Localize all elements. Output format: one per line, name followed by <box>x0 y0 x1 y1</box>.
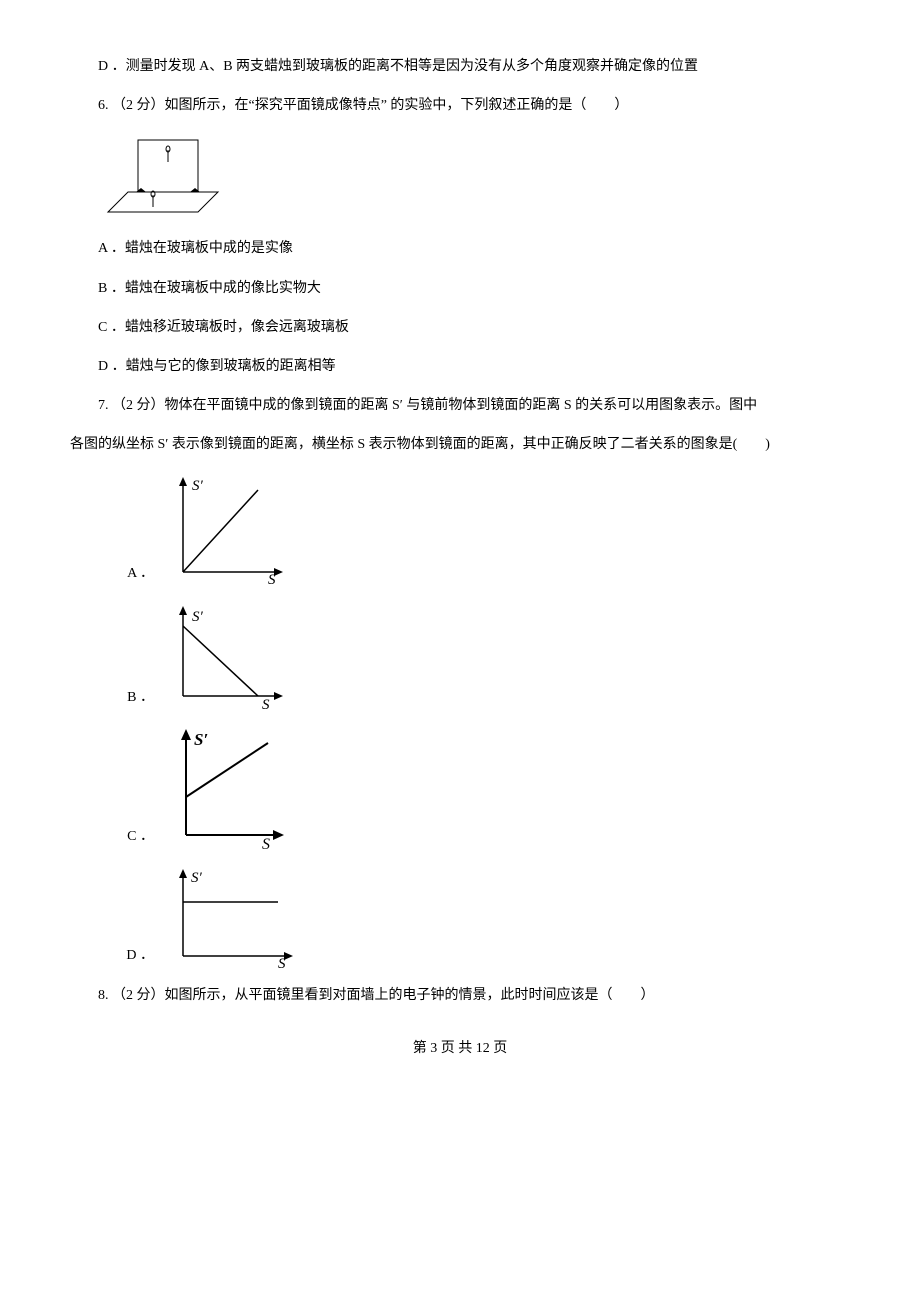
q7-graph-a: S′ S <box>158 472 298 587</box>
q7-graph-d: S′ S <box>158 864 308 969</box>
q6-option-d: D ．蜡烛与它的像到玻璃板的距离相等 <box>70 354 850 379</box>
q5-option-d: D ．测量时发现 A、B 两支蜡烛到玻璃板的距离不相等是因为没有从多个角度观察并… <box>70 54 850 79</box>
q7-label-c: C ． <box>70 824 158 849</box>
q7-label-a: A ． <box>70 561 158 586</box>
q7-label-b: B ． <box>70 685 158 710</box>
q6-option-c: C ．蜡烛移近玻璃板时，像会远离玻璃板 <box>70 315 850 340</box>
q7-stem-line1: 7. （2 分）物体在平面镜中成的像到镜面的距离 S′ 与镜前物体到镜面的距离 … <box>70 393 850 418</box>
axis-y-label: S′ <box>192 478 204 494</box>
axis-x-label: S <box>262 697 270 711</box>
page-body: D ．测量时发现 A、B 两支蜡烛到玻璃板的距离不相等是因为没有从多个角度观察并… <box>0 0 920 1081</box>
q7-option-a-row: A ． S′ S <box>70 472 850 587</box>
q7-option-d-row: D ． S′ S <box>70 864 850 969</box>
q7-graph-c: S′ S <box>158 725 298 850</box>
q6-stem: 6. （2 分）如图所示，在“探究平面镜成像特点” 的实验中，下列叙述正确的是（… <box>70 93 850 118</box>
q7-option-b-row: B ． S′ S <box>70 601 850 711</box>
q7-stem-line2: 各图的纵坐标 S′ 表示像到镜面的距离，横坐标 S 表示物体到镜面的距离，其中正… <box>70 432 850 457</box>
axis-x-label: S <box>278 956 286 969</box>
q7-option-c-row: C ． S′ S <box>70 725 850 850</box>
q6-option-a: A ．蜡烛在玻璃板中成的是实像 <box>70 236 850 261</box>
q7-graph-b: S′ S <box>158 601 298 711</box>
page-footer: 第 3 页 共 12 页 <box>70 1036 850 1061</box>
q8-stem: 8. （2 分）如图所示，从平面镜里看到对面墙上的电子钟的情景，此时时间应该是（… <box>70 983 850 1008</box>
q6-figure <box>98 132 850 222</box>
axis-x-label: S <box>268 572 276 587</box>
axis-y-label: S′ <box>192 609 204 625</box>
q7-label-d: D ． <box>70 943 158 968</box>
axis-y-label: S′ <box>194 730 208 749</box>
q6-option-b: B ．蜡烛在玻璃板中成的像比实物大 <box>70 276 850 301</box>
axis-y-label: S′ <box>191 870 203 886</box>
axis-x-label: S <box>262 836 270 850</box>
